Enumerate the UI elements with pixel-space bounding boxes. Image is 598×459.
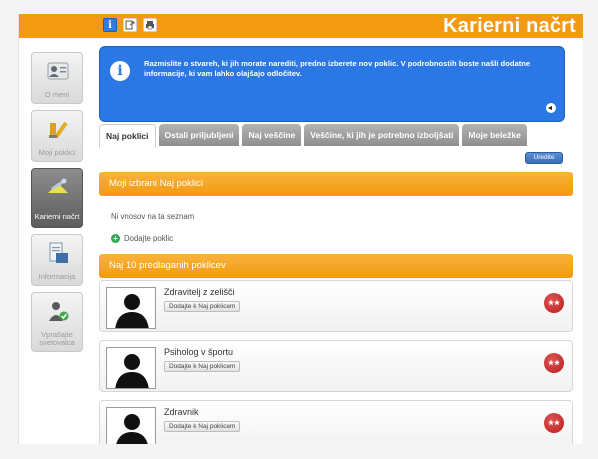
tab-top-skills[interactable]: Naj veščine bbox=[242, 124, 302, 146]
add-to-top-careers-button[interactable]: Dodajte k Naj poklicem bbox=[164, 361, 241, 372]
star-badge-icon[interactable] bbox=[544, 413, 564, 433]
page-title: Karierni načrt bbox=[443, 15, 576, 37]
sidebar-item-about-me[interactable]: O meni bbox=[31, 52, 83, 104]
tab-my-notes[interactable]: Moje beležke bbox=[462, 124, 527, 146]
job-list: Zdravitelj z zelišči Dodajte k Naj pokli… bbox=[99, 280, 573, 444]
info-icon[interactable]: i bbox=[103, 18, 117, 32]
silhouette-avatar bbox=[106, 407, 156, 444]
list-item: Zdravnik Dodajte k Naj poklicem bbox=[99, 400, 573, 444]
window-frame: i Karierni načrt O meni Moji poklici Kar… bbox=[0, 0, 598, 459]
sidebar-item-career-plan[interactable]: Karierni načrt bbox=[31, 168, 83, 228]
plus-icon: + bbox=[111, 234, 120, 243]
advisor-icon bbox=[49, 302, 69, 321]
app-canvas: i Karierni načrt O meni Moji poklici Kar… bbox=[18, 14, 583, 444]
sidebar-item-ask-advisor[interactable]: Vprašajte svetovalca bbox=[31, 292, 83, 352]
tab-other-favorites[interactable]: Ostali priljubljeni bbox=[158, 124, 240, 146]
add-to-top-careers-button[interactable]: Dodajte k Naj poklicem bbox=[164, 301, 241, 312]
top10-header: Naj 10 predlaganih poklicev bbox=[99, 254, 573, 278]
sidebar-item-my-careers[interactable]: Moji poklici bbox=[31, 110, 83, 162]
list-item: Zdravitelj z zelišči Dodajte k Naj pokli… bbox=[99, 280, 573, 332]
top-bar: i Karierni načrt bbox=[19, 14, 583, 38]
sidebar-item-label: Vprašajte svetovalca bbox=[39, 330, 75, 347]
star-badge-icon[interactable] bbox=[544, 293, 564, 313]
empty-list-text: Ni vnosov na ta seznam bbox=[111, 212, 195, 221]
toolbar-tools: i bbox=[103, 18, 157, 32]
edit-button[interactable]: Uredite bbox=[525, 152, 563, 164]
sidebar-item-label: Moji poklici bbox=[38, 148, 76, 157]
info-message: Razmislite o stvareh, ki jih morate nare… bbox=[144, 59, 531, 78]
profile-icon bbox=[47, 62, 69, 80]
tab-bar: Naj poklici Ostali priljubljeni Naj vešč… bbox=[99, 124, 527, 148]
silhouette-avatar bbox=[106, 287, 156, 329]
ladder-icon bbox=[49, 121, 68, 139]
favorites-header: Moji izbrani Naj poklici bbox=[99, 172, 573, 196]
add-career-link[interactable]: + Dodajte poklic bbox=[111, 234, 173, 243]
career-name[interactable]: Psiholog v športu bbox=[164, 347, 233, 357]
sidebar-item-information[interactable]: Informacija bbox=[31, 234, 83, 286]
career-name[interactable]: Zdravnik bbox=[164, 407, 199, 417]
add-to-top-careers-button[interactable]: Dodajte k Naj poklicem bbox=[164, 421, 241, 432]
info-doc-icon bbox=[49, 242, 68, 263]
sidebar-item-label: Karierni načrt bbox=[34, 212, 80, 221]
tab-top-careers[interactable]: Naj poklici bbox=[99, 124, 156, 148]
star-badge-icon[interactable] bbox=[544, 353, 564, 373]
sidebar-item-label: Informacija bbox=[38, 272, 76, 281]
tab-skills-to-improve[interactable]: Veščine, ki jih je potrebno izboljšati bbox=[304, 124, 460, 146]
add-career-label: Dodajte poklic bbox=[124, 234, 173, 243]
info-box: i Razmislite o stvareh, ki jih morate na… bbox=[99, 46, 565, 122]
list-item: Psiholog v športu Dodajte k Naj poklicem bbox=[99, 340, 573, 392]
sidebar: O meni Moji poklici Karierni načrt Infor… bbox=[31, 52, 85, 358]
sidebar-item-label: O meni bbox=[44, 90, 70, 99]
silhouette-avatar bbox=[106, 347, 156, 389]
career-plan-icon bbox=[48, 178, 68, 193]
info-circle-icon: i bbox=[110, 61, 130, 81]
print-icon[interactable] bbox=[143, 18, 157, 32]
career-name[interactable]: Zdravitelj z zelišči bbox=[164, 287, 235, 297]
export-icon[interactable] bbox=[123, 18, 137, 32]
collapse-arrow-icon[interactable] bbox=[546, 103, 556, 113]
